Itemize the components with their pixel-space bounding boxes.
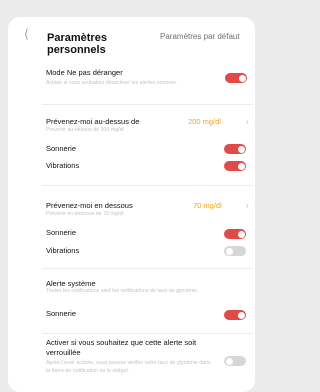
lock-alert-toggle[interactable] <box>224 356 246 366</box>
toggle-knob <box>225 247 233 255</box>
toggle-knob <box>237 230 245 238</box>
high-threshold-value[interactable]: 200 mg/dl <box>188 117 221 126</box>
toggle-knob <box>237 311 245 319</box>
divider <box>42 104 253 105</box>
system-sound-label: Sonnerie <box>46 309 77 318</box>
high-alert-subtitle: Prévenir au-dessus de 200 mg/dl <box>46 127 124 133</box>
dnd-toggle[interactable] <box>225 73 247 83</box>
defaults-link[interactable]: Paramètres par défaut <box>160 32 240 42</box>
dnd-title: Mode Ne pas déranger <box>46 68 123 77</box>
high-vibration-toggle[interactable] <box>224 161 246 171</box>
low-sound-toggle[interactable] <box>224 229 246 239</box>
system-alert-title: Alerte système <box>46 279 96 288</box>
low-alert-subtitle: Prévenir en dessous de 70 mg/dl <box>46 211 124 217</box>
chevron-right-icon[interactable]: › <box>246 201 249 210</box>
low-vibration-label: Vibrations <box>46 246 80 255</box>
divider <box>42 268 253 269</box>
low-sound-label: Sonnerie <box>46 228 77 237</box>
low-vibration-toggle[interactable] <box>224 246 246 256</box>
high-alert-title: Prévenez-moi au-dessus de <box>46 117 140 126</box>
chevron-left-icon[interactable]: ⟨ <box>24 27 38 41</box>
lock-alert-subtitle: Après l'avoir activée, vous pouvez vérif… <box>46 360 211 374</box>
page-title: Paramètres personnels <box>47 32 107 56</box>
low-alert-title: Prévenez-moi en dessous <box>46 201 133 210</box>
low-threshold-value[interactable]: 70 mg/dl <box>193 201 222 210</box>
divider <box>42 333 253 334</box>
toggle-knob <box>237 162 245 170</box>
divider <box>42 185 253 186</box>
toggle-knob <box>237 145 245 153</box>
high-sound-label: Sonnerie <box>46 144 77 153</box>
toggle-knob <box>225 357 233 365</box>
chevron-right-icon[interactable]: › <box>246 117 249 126</box>
lock-alert-title: Activer si vous souhaitez que cette aler… <box>46 338 197 357</box>
toggle-knob <box>238 74 246 82</box>
high-vibration-label: Vibrations <box>46 161 80 170</box>
high-sound-toggle[interactable] <box>224 144 246 154</box>
dnd-subtitle: Activer si vous souhaitez désactiver les… <box>46 80 178 86</box>
system-alert-subtitle: Toutes les notifications sauf les notifi… <box>46 288 198 294</box>
system-sound-toggle[interactable] <box>224 310 246 320</box>
